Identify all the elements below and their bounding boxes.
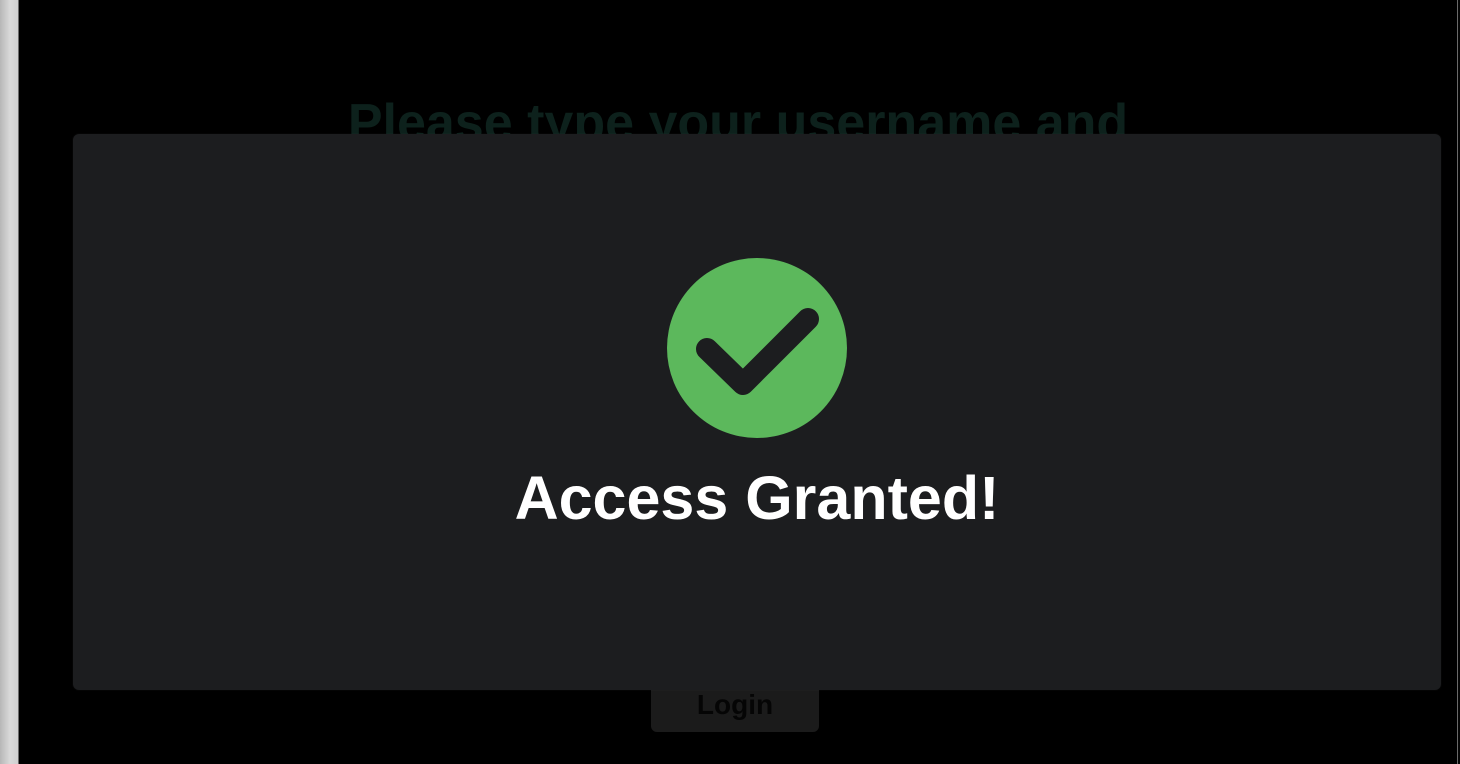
access-granted-message: Access Granted! [514, 464, 1000, 532]
desktop-background: Please type your username and Login Acce… [0, 0, 1460, 764]
check-circle-icon [667, 258, 847, 438]
login-window: Please type your username and Login Acce… [18, 0, 1458, 764]
access-granted-dialog: Access Granted! [73, 134, 1441, 690]
